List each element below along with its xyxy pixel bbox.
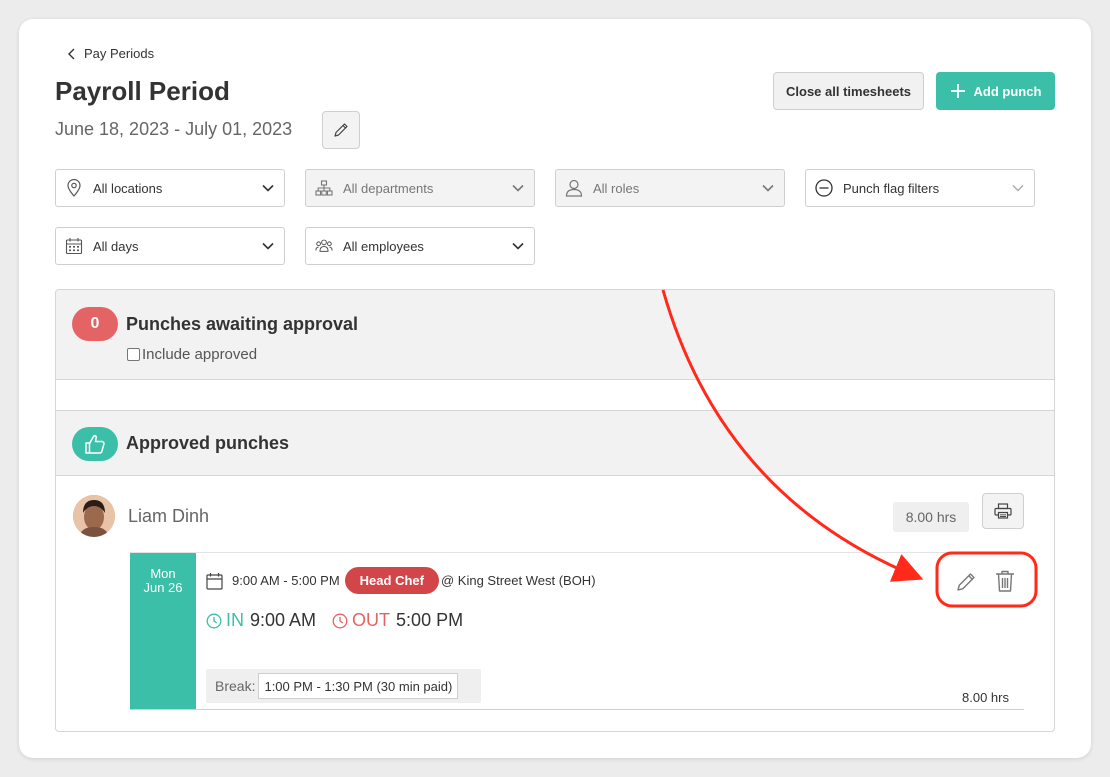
chevron-down-icon [512, 184, 524, 192]
break-value: 1:00 PM - 1:30 PM (30 min paid) [258, 673, 459, 699]
close-all-timesheets-button[interactable]: Close all timesheets [773, 72, 924, 110]
pending-section-title: Punches awaiting approval [126, 314, 359, 334]
user-icon [565, 179, 583, 197]
plus-icon [950, 84, 965, 98]
days-filter-label: All days [93, 238, 139, 254]
approved-punches-section: Approved punches [56, 410, 1054, 476]
calendar-icon [65, 237, 83, 255]
punch-day: Mon Jun 26 [130, 553, 196, 709]
employee-name: Liam Dinh [128, 506, 210, 526]
departments-filter[interactable]: All departments [305, 169, 535, 207]
users-group-icon [315, 237, 333, 255]
chevron-left-icon [68, 48, 75, 59]
employees-filter[interactable]: All employees [305, 227, 535, 265]
punch-hours: 8.00 hrs [962, 690, 1009, 705]
days-filter[interactable]: All days [55, 227, 285, 265]
payroll-card: Pay Periods Payroll Period June 18, 2023… [19, 19, 1091, 758]
break-label: Break: [215, 678, 256, 694]
chevron-down-icon [762, 184, 774, 192]
punch-in-out: IN 9:00 AM OUT 5:00 PM [206, 610, 463, 631]
clock-out-icon [332, 613, 348, 628]
employees-filter-label: All employees [343, 238, 424, 254]
edit-period-button[interactable] [322, 111, 360, 149]
pending-punches-section: 0 Punches awaiting approval Include appr… [56, 290, 1054, 380]
in-label: IN [226, 610, 244, 630]
departments-filter-label: All departments [343, 180, 434, 196]
back-to-pay-periods-link[interactable]: Pay Periods [67, 46, 154, 61]
include-approved-checkbox[interactable] [127, 348, 140, 361]
punch-flag-filter-label: Punch flag filters [843, 180, 940, 196]
period-date-range: June 18, 2023 - July 01, 2023 [55, 119, 293, 139]
page-title: Payroll Period [55, 76, 230, 106]
punch-schedule: 9:00 AM - 5:00 PM Head Chef @ King Stree… [206, 567, 596, 594]
print-timesheet-button[interactable] [982, 493, 1024, 529]
printer-icon [994, 503, 1012, 519]
punch-location: @ King Street West (BOH) [440, 573, 596, 588]
location-pin-icon [65, 179, 83, 197]
minus-circle-icon [815, 179, 833, 197]
thumbs-up-icon [72, 427, 118, 461]
add-punch-button[interactable]: Add punch [936, 72, 1055, 110]
chevron-down-icon [1012, 185, 1024, 192]
locations-filter[interactable]: All locations [55, 169, 285, 207]
role-badge: Head Chef [344, 567, 439, 594]
clock-in-icon [206, 613, 222, 628]
out-time: 5:00 PM [396, 610, 464, 630]
pencil-icon [334, 123, 348, 137]
punch-flag-filter[interactable]: Punch flag filters [805, 169, 1035, 207]
roles-filter[interactable]: All roles [555, 169, 785, 207]
chevron-down-icon [262, 184, 274, 192]
employee-total-hours: 8.00 hrs [893, 502, 969, 532]
punch-weekday: Mon [150, 566, 176, 581]
scheduled-time: 9:00 AM - 5:00 PM [232, 573, 340, 588]
in-time: 9:00 AM [250, 610, 317, 630]
out-label: OUT [352, 610, 391, 630]
punch-date: Jun 26 [143, 580, 183, 595]
pending-count-badge: 0 [72, 307, 118, 341]
edit-punch-pencil-icon[interactable] [954, 570, 978, 594]
back-link-label: Pay Periods [84, 46, 155, 61]
approved-section-title: Approved punches [126, 433, 290, 453]
punches-panel: 0 Punches awaiting approval Include appr… [55, 289, 1055, 732]
avatar [73, 495, 115, 537]
delete-punch-trash-icon[interactable] [994, 569, 1016, 593]
include-approved-option: Include approved [127, 346, 257, 363]
chevron-down-icon [262, 242, 274, 250]
include-approved-label: Include approved [142, 346, 258, 363]
chevron-down-icon [512, 242, 524, 250]
calendar-icon [206, 572, 223, 590]
punch-row: Mon Jun 26 9:00 AM - 5:00 PM Head Chef @… [130, 552, 1024, 710]
break-info: Break: 1:00 PM - 1:30 PM (30 min paid) [206, 669, 481, 703]
org-chart-icon [315, 179, 333, 197]
add-punch-label: Add punch [973, 83, 1042, 99]
locations-filter-label: All locations [93, 180, 163, 196]
roles-filter-label: All roles [593, 180, 640, 196]
